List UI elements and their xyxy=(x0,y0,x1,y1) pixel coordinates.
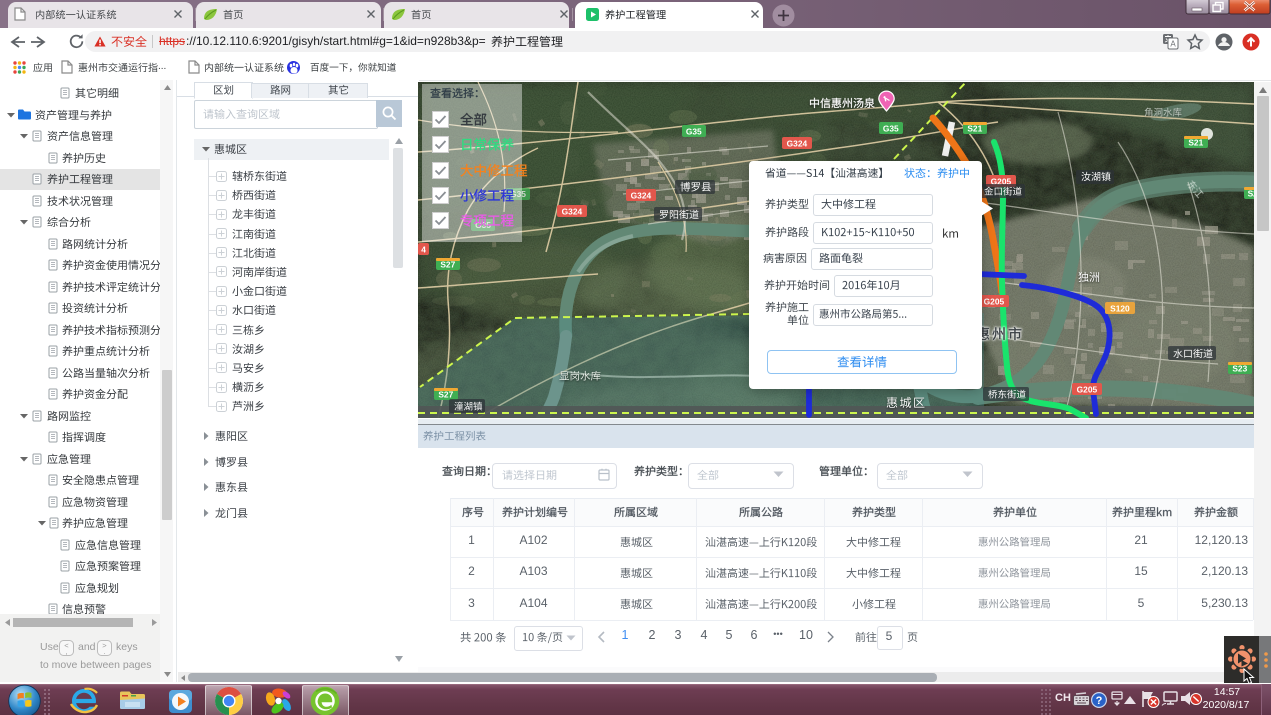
svg-text:,: , xyxy=(65,647,67,656)
svg-text:G324: G324 xyxy=(631,191,652,201)
svg-text:G35: G35 xyxy=(686,127,702,137)
svg-text:G205: G205 xyxy=(1077,385,1098,395)
svg-text:.: . xyxy=(103,647,105,656)
svg-text:S27: S27 xyxy=(439,390,454,400)
svg-text:G35: G35 xyxy=(883,124,899,134)
svg-text:4: 4 xyxy=(422,245,427,255)
svg-text:S21: S21 xyxy=(968,124,983,134)
svg-text:G205: G205 xyxy=(984,297,1005,307)
svg-text:S23: S23 xyxy=(1233,364,1248,374)
svg-text:S21: S21 xyxy=(1189,138,1204,148)
svg-text:S120: S120 xyxy=(1110,304,1130,314)
svg-text:G324: G324 xyxy=(562,207,583,217)
svg-text:S27: S27 xyxy=(441,260,456,270)
svg-text:A: A xyxy=(1170,40,1176,49)
svg-text:?: ? xyxy=(1096,695,1103,707)
svg-text:G324: G324 xyxy=(787,139,808,149)
